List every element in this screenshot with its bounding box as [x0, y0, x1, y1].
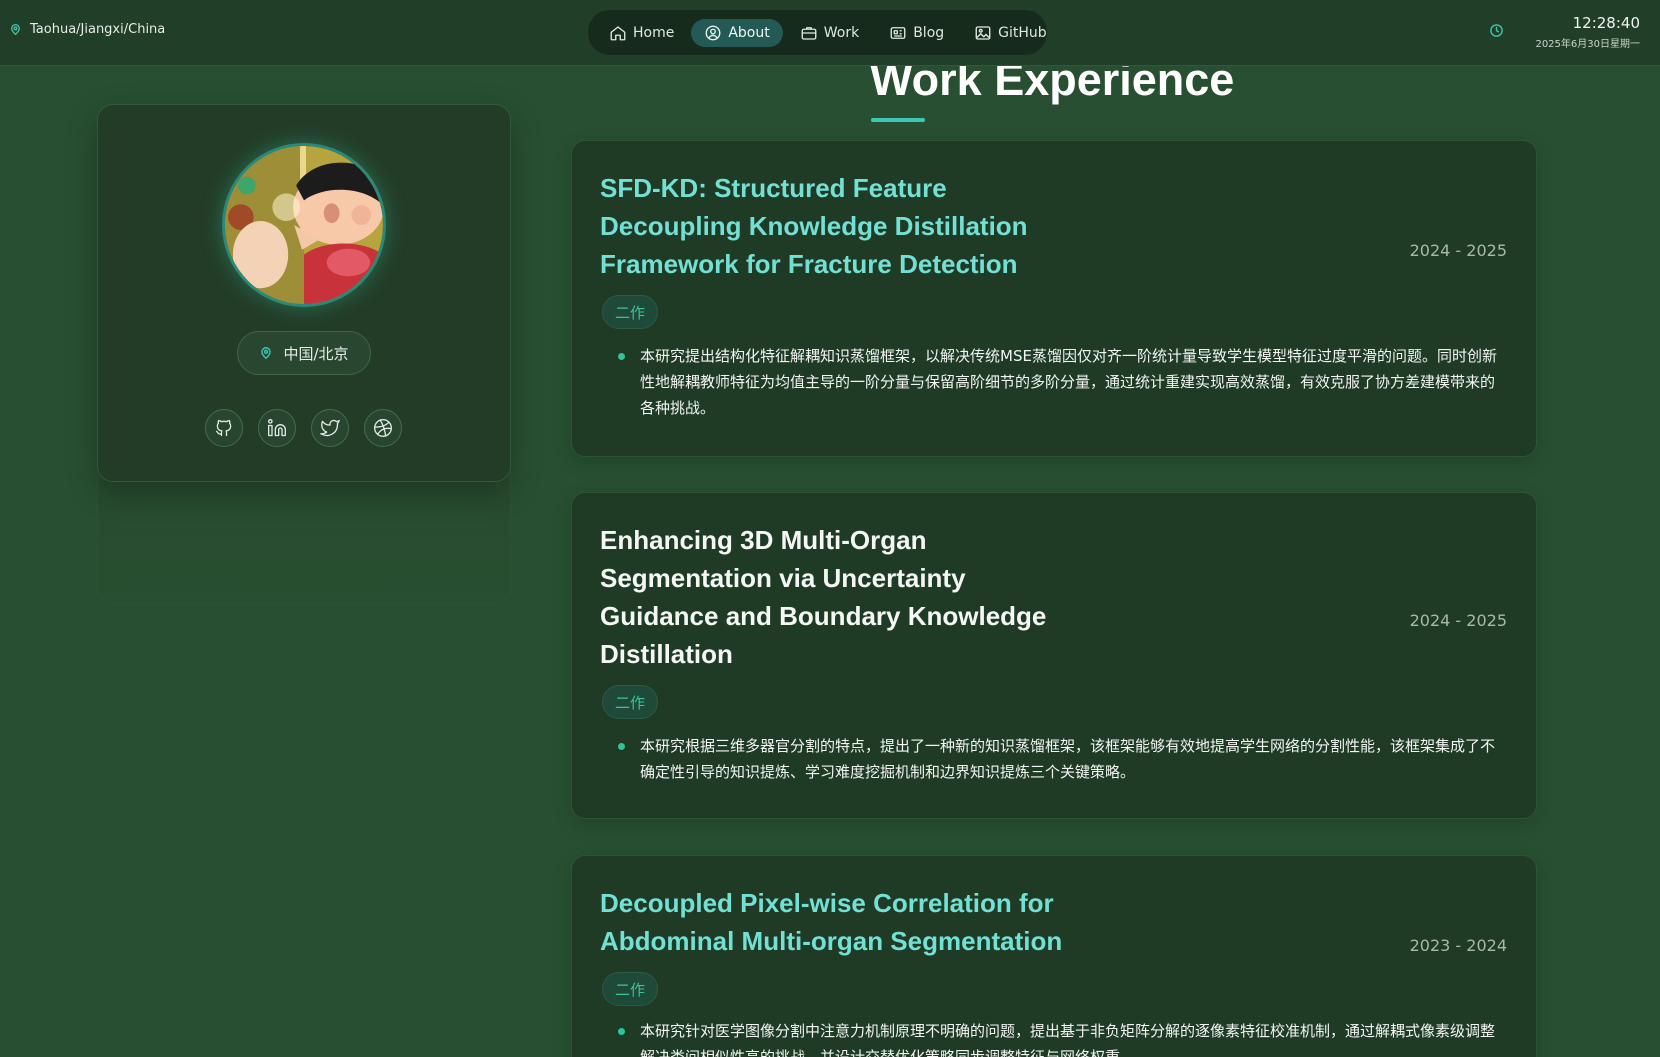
work-title[interactable]: Decoupled Pixel-wise Correlation for Abd…	[600, 884, 1100, 960]
profile-location-text: 中国/北京	[283, 344, 349, 363]
work-card: Enhancing 3D Multi-Organ Segmentation vi…	[571, 492, 1537, 819]
nav-github[interactable]: GitHub	[961, 19, 1060, 47]
work-description: 本研究针对医学图像分割中注意力机制原理不明确的问题，提出基于非负矩阵分解的逐像素…	[618, 1018, 1508, 1057]
nav-work[interactable]: Work	[787, 19, 872, 47]
work-date: 2023 - 2024	[1409, 936, 1507, 955]
work-card: Decoupled Pixel-wise Correlation for Abd…	[571, 855, 1537, 1057]
nav-blog-label: Blog	[913, 24, 945, 41]
github-link[interactable]	[205, 409, 243, 447]
nav-home[interactable]: Home	[596, 19, 687, 47]
top-bar: Taohua/Jiangxi/China Home About Work Blo…	[0, 0, 1660, 66]
social-links	[205, 409, 402, 447]
section-title-underline	[871, 118, 925, 122]
clock: 12:28:40 2025年6月30日星期一	[1535, 14, 1640, 50]
work-description: 本研究提出结构化特征解耦知识蒸馏框架，以解决传统MSE蒸馏因仅对齐一阶统计量导致…	[618, 343, 1508, 421]
map-pin-icon	[11, 23, 20, 36]
author-badge: 二作	[602, 295, 658, 329]
avatar	[222, 143, 386, 307]
dribbble-icon	[374, 419, 392, 437]
header-location-text: Taohua/Jiangxi/China	[30, 22, 166, 37]
user-circle-icon	[705, 25, 721, 40]
work-date: 2024 - 2025	[1409, 241, 1507, 260]
github-icon	[215, 419, 232, 437]
work-title[interactable]: SFD-KD: Structured Feature Decoupling Kn…	[600, 169, 1070, 283]
nav-about[interactable]: About	[691, 18, 783, 47]
image-icon	[975, 25, 991, 40]
clock-icon	[1490, 24, 1503, 37]
work-description: 本研究根据三维多器官分割的特点，提出了一种新的知识蒸馏框架，该框架能够有效地提高…	[618, 733, 1508, 785]
work-date: 2024 - 2025	[1409, 611, 1507, 630]
briefcase-icon	[801, 26, 817, 40]
author-badge: 二作	[602, 685, 658, 719]
profile-secondary-card	[97, 470, 511, 604]
nav-github-label: GitHub	[998, 24, 1047, 41]
clock-date: 2025年6月30日星期一	[1535, 39, 1640, 50]
newspaper-icon	[890, 26, 906, 39]
nav-about-label: About	[728, 24, 770, 41]
linkedin-link[interactable]	[258, 409, 296, 447]
nav-home-label: Home	[633, 24, 675, 41]
linkedin-icon	[268, 419, 286, 437]
profile-location-badge: 中国/北京	[237, 331, 371, 375]
home-icon	[610, 25, 626, 40]
author-badge: 二作	[602, 972, 658, 1006]
map-pin-icon	[261, 347, 272, 359]
profile-card: 中国/北京	[97, 104, 511, 482]
twitter-link[interactable]	[311, 409, 349, 447]
avatar-illustration	[225, 146, 383, 304]
work-card: SFD-KD: Structured Feature Decoupling Kn…	[571, 140, 1537, 457]
nav-work-label: Work	[823, 24, 860, 41]
work-title[interactable]: Enhancing 3D Multi-Organ Segmentation vi…	[600, 521, 1070, 673]
clock-time: 12:28:40	[1572, 14, 1640, 32]
dribbble-link[interactable]	[364, 409, 402, 447]
twitter-icon	[320, 419, 340, 437]
main-nav: Home About Work Blog GitHub	[588, 10, 1047, 55]
header-location: Taohua/Jiangxi/China	[9, 22, 165, 37]
nav-blog[interactable]: Blog	[876, 19, 957, 47]
